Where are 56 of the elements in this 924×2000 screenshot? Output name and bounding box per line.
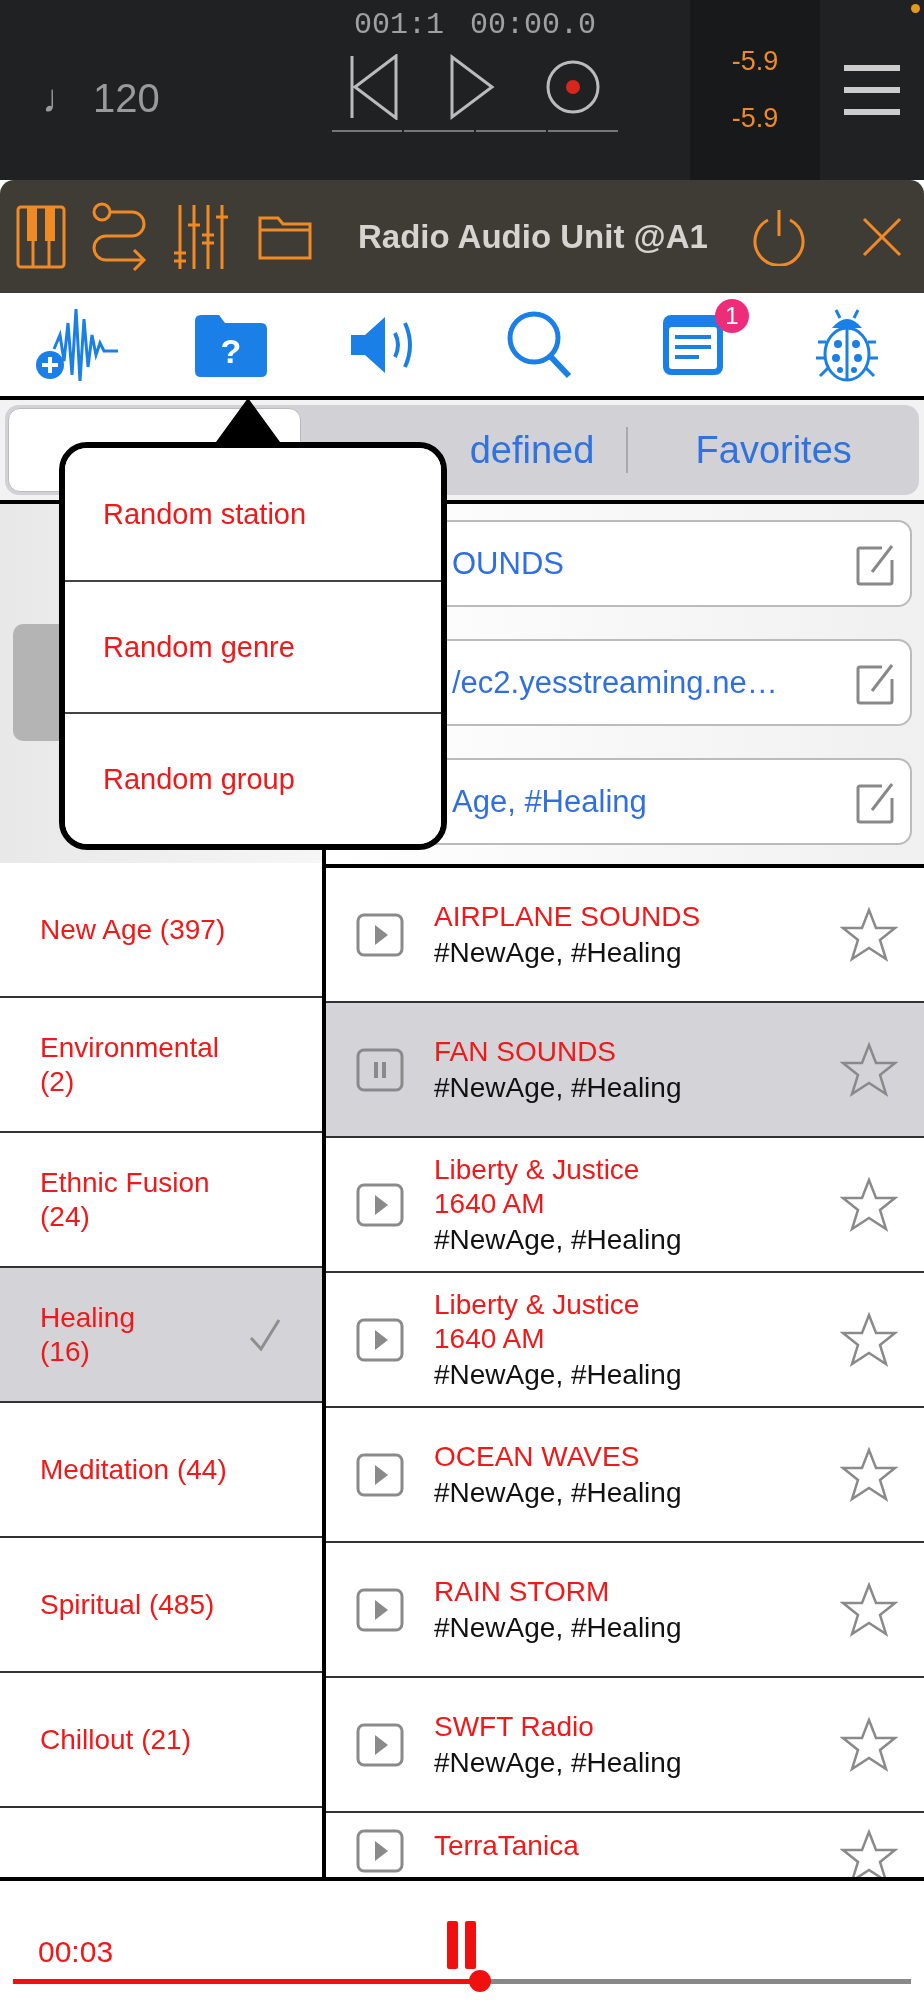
record-icon[interactable] <box>545 59 601 115</box>
star-icon[interactable] <box>840 1041 898 1098</box>
station-title: FAN SOUNDS <box>434 1035 618 1068</box>
segment-tab[interactable]: Favorites <box>628 405 919 495</box>
slider-thumb[interactable] <box>468 1970 491 1992</box>
indicator-dot <box>911 4 920 13</box>
station-title: Liberty & Justice 1640 AM <box>434 1288 641 1355</box>
search-icon[interactable] <box>506 309 572 380</box>
station-title: RAIN STORM <box>434 1575 611 1608</box>
station-tags: #NewAge, #Healing <box>434 937 814 969</box>
station-tags: #NewAge, #Healing <box>434 1477 814 1509</box>
folder-help-icon[interactable]: ? <box>195 312 267 377</box>
route-icon[interactable] <box>92 201 148 272</box>
play-icon[interactable] <box>449 54 495 120</box>
station-tags: #NewAge, #Healing <box>434 1747 814 1779</box>
station-tags: #NewAge, #Healing <box>434 1223 814 1256</box>
tempo-label[interactable]: ♩ 120 <box>42 75 160 121</box>
station-row[interactable]: FAN SOUNDS #NewAge, #Healing <box>326 1003 924 1138</box>
level-reading: -5.9 <box>731 103 779 134</box>
station-row[interactable]: OCEAN WAVES #NewAge, #Healing <box>326 1408 924 1543</box>
station-title: TerraTanica <box>434 1829 580 1863</box>
plugin-title: Radio Audio Unit @A1 <box>358 217 709 256</box>
elapsed-time: 00:03 <box>37 1935 114 1969</box>
station-title: SWFT Radio <box>434 1710 595 1743</box>
power-icon[interactable] <box>752 207 806 266</box>
piano-icon[interactable] <box>16 204 66 269</box>
star-icon[interactable] <box>840 1829 898 1877</box>
rewind-icon[interactable] <box>349 54 399 120</box>
menu-item[interactable]: Random group <box>65 712 441 844</box>
station-row[interactable]: RAIN STORM #NewAge, #Healing <box>326 1543 924 1678</box>
station-tags: #NewAge, #Healing <box>434 1358 814 1391</box>
star-icon[interactable] <box>840 1716 898 1773</box>
station-row[interactable]: Liberty & Justice 1640 AM #NewAge, #Healing <box>326 1273 924 1408</box>
star-icon[interactable] <box>840 906 898 963</box>
station-row[interactable]: Liberty & Justice 1640 AM #NewAge, #Healing <box>326 1138 924 1273</box>
station-row[interactable]: SWFT Radio #NewAge, #Healing <box>326 1678 924 1813</box>
station-title: OCEAN WAVES <box>434 1440 641 1473</box>
menu-icon[interactable] <box>844 62 900 118</box>
station-title: AIRPLANE SOUNDS <box>434 900 702 933</box>
pause-icon[interactable] <box>356 1047 404 1092</box>
star-icon[interactable] <box>840 1311 898 1368</box>
level-reading: -5.9 <box>731 46 779 77</box>
pause-icon[interactable] <box>447 1921 477 1969</box>
bar-position: 001:1 <box>353 8 444 42</box>
close-icon[interactable] <box>862 216 902 257</box>
checkmark-icon <box>248 1317 282 1352</box>
station-tags: #NewAge, #Healing <box>434 1612 814 1644</box>
star-icon[interactable] <box>840 1581 898 1638</box>
star-icon[interactable] <box>840 1446 898 1503</box>
station-title: Liberty & Justice 1640 AM <box>434 1153 641 1220</box>
station-tags: #NewAge, #Healing <box>434 1072 814 1104</box>
star-icon[interactable] <box>840 1176 898 1233</box>
notification-badge: 1 <box>715 298 749 333</box>
genre-item[interactable]: Healing (16) <box>0 1268 322 1403</box>
progress-slider[interactable] <box>13 1969 911 1993</box>
time-counter: 00:00.0 <box>470 8 596 42</box>
